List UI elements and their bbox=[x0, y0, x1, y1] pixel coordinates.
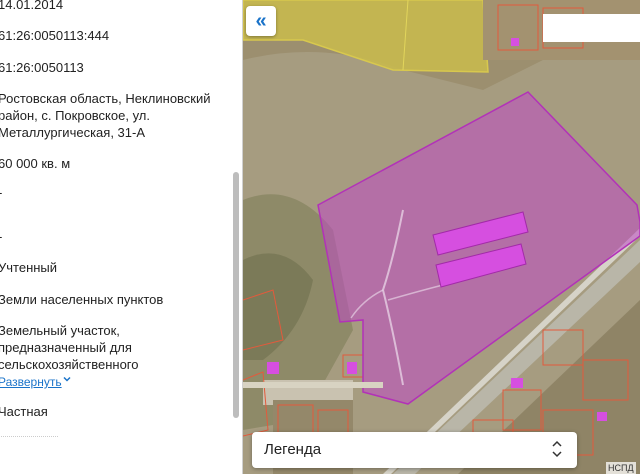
double-chevron-left-icon: « bbox=[255, 9, 267, 32]
chevron-down-icon[interactable] bbox=[62, 374, 72, 384]
updown-chevron-icon bbox=[551, 439, 563, 460]
value-dash-1: - bbox=[0, 184, 223, 201]
map-overlay-box bbox=[543, 14, 640, 42]
satellite-map[interactable] bbox=[243, 0, 640, 474]
land-category-value: Земли населенных пунктов bbox=[0, 292, 164, 307]
info-panel: 14.01.2014 61:26:0050113:444 61:26:00501… bbox=[0, 0, 243, 474]
value-dash-2: - bbox=[0, 228, 223, 245]
map-attribution: НСПД bbox=[606, 462, 636, 474]
area-value: 60 000 кв. м bbox=[0, 156, 71, 171]
date-value: 14.01.2014 bbox=[0, 0, 64, 12]
map-view[interactable] bbox=[243, 0, 640, 474]
cadastral-quarter-value: 61:26:0050113 bbox=[0, 60, 84, 75]
permitted-use-value: Земельный участок, предназначенный для с… bbox=[0, 323, 139, 372]
truncated-field bbox=[0, 436, 58, 439]
status-value: Учтенный bbox=[0, 260, 58, 275]
address-value: Ростовская область, Неклиновский район, … bbox=[0, 91, 211, 140]
cadastral-number-value: 61:26:0050113:444 bbox=[0, 28, 110, 43]
legend-select[interactable]: Легенда bbox=[252, 432, 577, 468]
scrollbar-thumb[interactable] bbox=[233, 172, 239, 418]
legend-label: Легенда bbox=[264, 441, 322, 458]
ownership-value: Частная bbox=[0, 404, 48, 419]
collapse-panel-button[interactable]: « bbox=[246, 6, 276, 36]
expand-link[interactable]: Развернуть bbox=[0, 375, 62, 389]
